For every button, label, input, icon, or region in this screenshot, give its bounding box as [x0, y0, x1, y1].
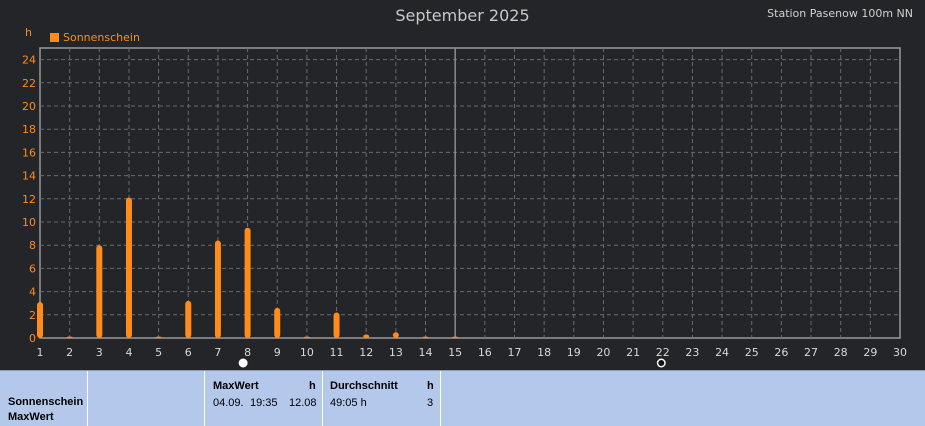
chart-plot: 0246810121416182022241 2 3 4 5 6 7 8 9 10 11 12 13 14…	[22, 47, 907, 369]
y-tick-label: 16	[22, 146, 36, 159]
x-tick-label: 16	[478, 346, 492, 359]
y-tick-label: 6	[29, 262, 36, 275]
y-tick-label: 14	[22, 170, 36, 183]
x-tick-label: 22	[656, 346, 670, 359]
plot-frame	[39, 47, 901, 339]
x-tick-label: 19	[567, 346, 581, 359]
bar	[214, 240, 221, 338]
y-tick-label: 0	[29, 332, 36, 345]
x-tick-label: 6	[185, 346, 192, 359]
maxwert-value: 12.08	[289, 397, 317, 409]
y-tick-label: 8	[29, 239, 36, 252]
maxwert-header: MaxWert	[213, 380, 259, 392]
maxwert-cell: MaxWert h 04.09. 19:35 12.08	[205, 371, 323, 426]
bar	[244, 227, 251, 338]
x-tick-label: 8	[244, 346, 251, 359]
bar	[155, 336, 162, 338]
durchschnitt-value: 49:05 h	[330, 397, 367, 409]
row-label-maxwert: MaxWert	[8, 411, 54, 423]
x-tick-label: 28	[834, 346, 848, 359]
bar	[422, 336, 429, 338]
row-label-sonnenschein: Sonnenschein	[8, 396, 84, 408]
x-tick-label: 23	[685, 346, 699, 359]
x-tick-label: 15	[448, 346, 462, 359]
new-moon-icon-inner	[658, 360, 665, 366]
x-tick-label: 14	[419, 346, 433, 359]
x-tick-label: 9	[274, 346, 281, 359]
maxwert-time: 19:35	[250, 397, 278, 409]
maxwert-unit: h	[309, 380, 316, 392]
durchschnitt-header: Durchschnitt	[330, 380, 398, 392]
x-tick-label: 29	[863, 346, 877, 359]
bar	[392, 332, 399, 338]
x-tick-label: 4	[125, 346, 132, 359]
bar	[96, 245, 103, 338]
y-tick-label: 24	[22, 54, 36, 67]
row-labels-cell: Sonnenschein MaxWert	[0, 371, 88, 426]
y-tick-label: 22	[22, 77, 36, 90]
x-tick-label: 17	[507, 346, 521, 359]
x-tick-label: 3	[96, 346, 103, 359]
x-tick-label: 5	[155, 346, 162, 359]
x-tick-label: 25	[745, 346, 759, 359]
y-tick-label: 20	[22, 100, 36, 113]
durchschnitt-unit: h	[427, 380, 434, 392]
x-tick-label: 30	[893, 346, 907, 359]
bar	[274, 307, 281, 338]
x-tick-label: 2	[66, 346, 73, 359]
x-tick-label: 21	[626, 346, 640, 359]
y-tick-label: 4	[29, 286, 36, 299]
full-moon-icon	[237, 357, 249, 369]
maxwert-date: 04.09.	[213, 397, 244, 409]
bar	[303, 336, 310, 338]
empty-cell	[88, 371, 205, 426]
bar	[37, 302, 43, 338]
bar	[333, 312, 340, 338]
summary-table: Sonnenschein MaxWert MaxWert h 04.09. 19…	[0, 370, 925, 426]
bar	[125, 197, 132, 338]
y-tick-label: 2	[29, 309, 36, 322]
x-tick-label: 24	[715, 346, 729, 359]
bar	[66, 336, 73, 338]
x-tick-label: 27	[804, 346, 818, 359]
x-tick-label: 18	[537, 346, 551, 359]
bar	[185, 300, 192, 338]
x-tick-label: 11	[330, 346, 344, 359]
x-tick-label: 1	[37, 346, 44, 359]
y-tick-label: 12	[22, 193, 36, 206]
durchschnitt-count: 3	[427, 397, 434, 409]
y-tick-label: 10	[22, 216, 36, 229]
x-tick-label: 26	[774, 346, 788, 359]
x-tick-label: 10	[300, 346, 314, 359]
durchschnitt-cell: Durchschnitt h 49:05 h 3	[323, 371, 441, 426]
x-tick-label: 12	[359, 346, 373, 359]
x-tick-label: 13	[389, 346, 403, 359]
bar	[363, 334, 370, 338]
y-tick-label: 18	[22, 123, 36, 136]
bar	[452, 336, 459, 338]
x-tick-label: 20	[596, 346, 610, 359]
x-tick-label: 7	[214, 346, 221, 359]
